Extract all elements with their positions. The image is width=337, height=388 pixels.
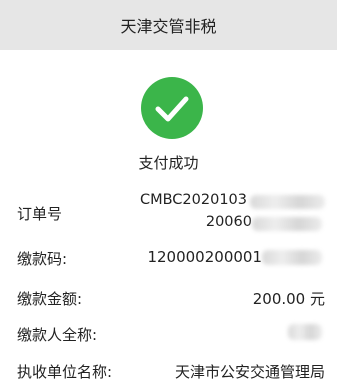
collecting-unit-label: 执收单位名称: <box>17 363 113 381</box>
page-title: 天津交管非税 <box>120 17 217 36</box>
order-number-label: 订单号 <box>17 205 63 223</box>
payer-name-label: 缴款人全称: <box>17 326 98 344</box>
order-number-value-line2: 20060 <box>205 214 252 230</box>
redacted-blur <box>250 195 325 209</box>
redacted-blur <box>288 324 322 340</box>
check-circle-icon <box>141 77 203 139</box>
redacted-blur <box>252 217 322 231</box>
redacted-blur <box>262 250 322 265</box>
amount-label: 缴款金额: <box>17 290 83 308</box>
payment-success-text: 支付成功 <box>138 154 199 172</box>
order-number-value-line1: CMBC2020103 <box>139 192 247 208</box>
payment-code-label: 缴款码: <box>17 250 68 268</box>
collecting-unit-value: 天津市公安交通管理局 <box>174 363 325 381</box>
amount-value: 200.00 元 <box>252 290 325 308</box>
app-title-bar: 天津交管非税 <box>0 0 337 50</box>
payment-code-value: 120000200001 <box>147 248 262 266</box>
